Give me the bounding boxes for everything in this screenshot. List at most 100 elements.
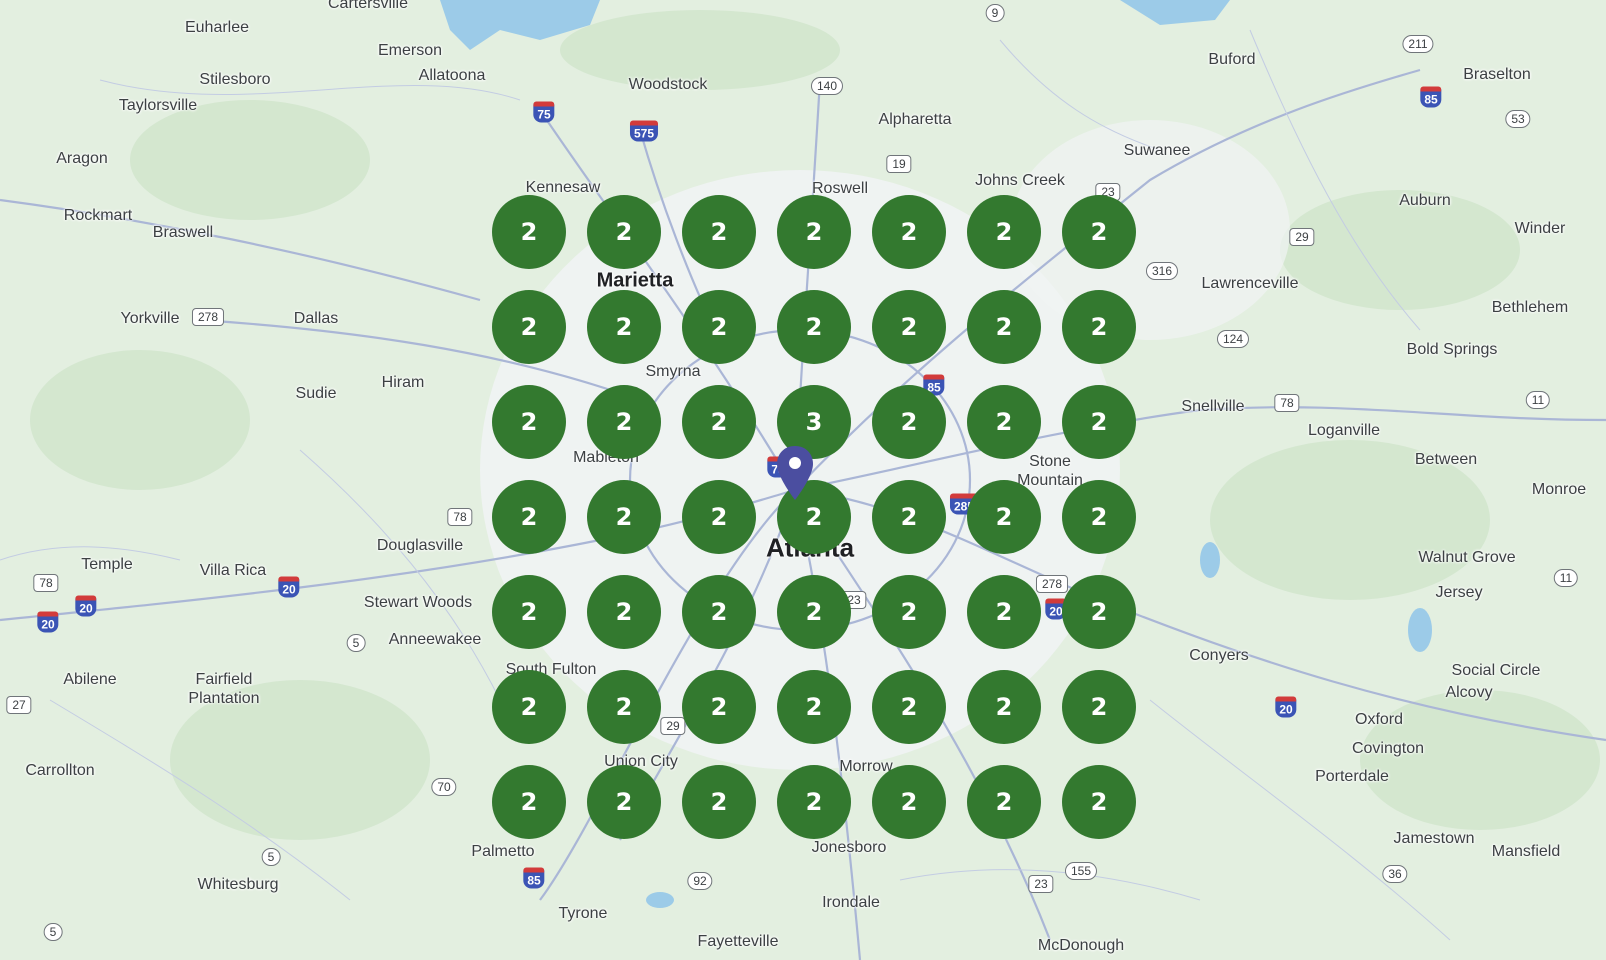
- cluster-marker[interactable]: 2: [967, 670, 1041, 744]
- cluster-marker[interactable]: 2: [587, 670, 661, 744]
- place-label: Jamestown: [1393, 830, 1475, 847]
- cluster-marker[interactable]: 2: [682, 385, 756, 459]
- place-label: Rockmart: [63, 207, 133, 224]
- state-route-shield: 211: [1402, 35, 1434, 53]
- place-label: Between: [1414, 451, 1478, 468]
- cluster-marker[interactable]: 2: [872, 480, 946, 554]
- cluster-marker[interactable]: 2: [1062, 480, 1136, 554]
- cluster-marker[interactable]: 2: [1062, 670, 1136, 744]
- place-label: Cartersville: [327, 0, 409, 12]
- place-label: Irondale: [822, 894, 880, 911]
- place-label: Taylorsville: [118, 97, 198, 114]
- cluster-marker[interactable]: 2: [967, 290, 1041, 364]
- cluster-marker[interactable]: 2: [967, 575, 1041, 649]
- cluster-marker[interactable]: 2: [777, 670, 851, 744]
- cluster-marker[interactable]: 2: [492, 480, 566, 554]
- place-label: Snellville: [1181, 398, 1245, 415]
- place-label: Bethlehem: [1491, 299, 1569, 316]
- interstate-route-shield: 575: [629, 120, 659, 142]
- place-label: Hiram: [381, 374, 425, 391]
- cluster-marker[interactable]: 2: [682, 765, 756, 839]
- state-route-shield: 5: [346, 634, 366, 652]
- place-label: Fayetteville: [697, 933, 779, 950]
- cluster-marker[interactable]: 2: [967, 195, 1041, 269]
- cluster-marker[interactable]: 2: [1062, 195, 1136, 269]
- cluster-marker[interactable]: 2: [492, 195, 566, 269]
- cluster-marker[interactable]: 2: [872, 575, 946, 649]
- place-label: Johns Creek: [975, 172, 1065, 189]
- cluster-marker[interactable]: 2: [587, 765, 661, 839]
- place-label: Temple: [81, 556, 133, 573]
- place-label: Mansfield: [1491, 843, 1561, 860]
- cluster-marker[interactable]: 2: [777, 195, 851, 269]
- place-label: Winder: [1514, 220, 1566, 237]
- state-route-shield: 36: [1382, 865, 1408, 883]
- cluster-marker[interactable]: 2: [872, 765, 946, 839]
- place-label: Lawrenceville: [1201, 275, 1299, 292]
- cluster-marker[interactable]: 2: [872, 670, 946, 744]
- us-route-shield: 29: [1289, 228, 1315, 246]
- place-label: Porterdale: [1315, 768, 1389, 785]
- place-label: Fairfield: [195, 671, 253, 688]
- us-route-shield: 23: [1028, 875, 1054, 893]
- us-route-shield: 278: [191, 308, 225, 326]
- cluster-marker[interactable]: 2: [682, 575, 756, 649]
- cluster-marker[interactable]: 2: [682, 195, 756, 269]
- cluster-marker[interactable]: 2: [587, 195, 661, 269]
- cluster-marker[interactable]: 2: [587, 385, 661, 459]
- cluster-marker[interactable]: 2: [967, 765, 1041, 839]
- cluster-marker[interactable]: 2: [872, 290, 946, 364]
- cluster-marker[interactable]: 2: [492, 575, 566, 649]
- place-label: Euharlee: [184, 19, 250, 36]
- cluster-marker[interactable]: 2: [492, 670, 566, 744]
- cluster-marker[interactable]: 2: [967, 385, 1041, 459]
- state-route-shield: 53: [1505, 110, 1531, 128]
- cluster-marker[interactable]: 2: [492, 385, 566, 459]
- cluster-marker[interactable]: 2: [1062, 575, 1136, 649]
- place-label: Social Circle: [1451, 662, 1541, 679]
- cluster-marker[interactable]: 2: [492, 290, 566, 364]
- interstate-route-shield: 20: [75, 595, 97, 617]
- state-route-shield: 92: [687, 872, 713, 890]
- place-label: Braselton: [1463, 66, 1531, 83]
- interstate-route-shield: 85: [523, 867, 545, 889]
- interstate-route-shield: 20: [278, 576, 300, 598]
- cluster-marker[interactable]: 2: [682, 290, 756, 364]
- us-route-shield: 27: [6, 696, 32, 714]
- state-route-shield: 140: [810, 77, 844, 95]
- cluster-marker[interactable]: 2: [967, 480, 1041, 554]
- interstate-route-shield: 20: [37, 611, 59, 633]
- place-label: Covington: [1351, 740, 1425, 757]
- cluster-marker[interactable]: 2: [587, 575, 661, 649]
- place-label: Alcovy: [1445, 684, 1493, 701]
- cluster-marker[interactable]: 2: [1062, 290, 1136, 364]
- map-view[interactable]: Cartersville Euharlee Emerson Stilesboro All…: [0, 0, 1606, 960]
- us-route-shield: 19: [886, 155, 912, 173]
- cluster-marker[interactable]: 2: [682, 480, 756, 554]
- interstate-route-shield: 85: [1420, 86, 1442, 108]
- cluster-marker[interactable]: 2: [777, 290, 851, 364]
- place-label: Jersey: [1435, 584, 1483, 601]
- place-label: Abilene: [63, 671, 117, 688]
- cluster-marker[interactable]: 2: [682, 670, 756, 744]
- cluster-marker[interactable]: 2: [587, 480, 661, 554]
- place-label: Yorkville: [120, 310, 180, 327]
- cluster-marker[interactable]: 2: [1062, 385, 1136, 459]
- cluster-marker[interactable]: 2: [1062, 765, 1136, 839]
- cluster-marker[interactable]: 2: [777, 575, 851, 649]
- interstate-route-shield: 20: [1275, 696, 1297, 718]
- cluster-marker[interactable]: 2: [872, 195, 946, 269]
- cluster-marker[interactable]: 2: [777, 765, 851, 839]
- place-label: Woodstock: [628, 76, 708, 93]
- place-label: McDonough: [1037, 937, 1125, 954]
- cluster-marker[interactable]: 2: [872, 385, 946, 459]
- place-label: Marietta: [596, 269, 674, 292]
- place-label: Bold Springs: [1406, 341, 1498, 358]
- us-route-shield: 29: [660, 717, 686, 735]
- place-label: Plantation: [188, 690, 260, 707]
- place-label: Allatoona: [418, 67, 486, 84]
- location-pin-icon[interactable]: [775, 444, 815, 502]
- cluster-marker[interactable]: 2: [587, 290, 661, 364]
- state-route-shield: 155: [1064, 862, 1098, 880]
- cluster-marker[interactable]: 2: [492, 765, 566, 839]
